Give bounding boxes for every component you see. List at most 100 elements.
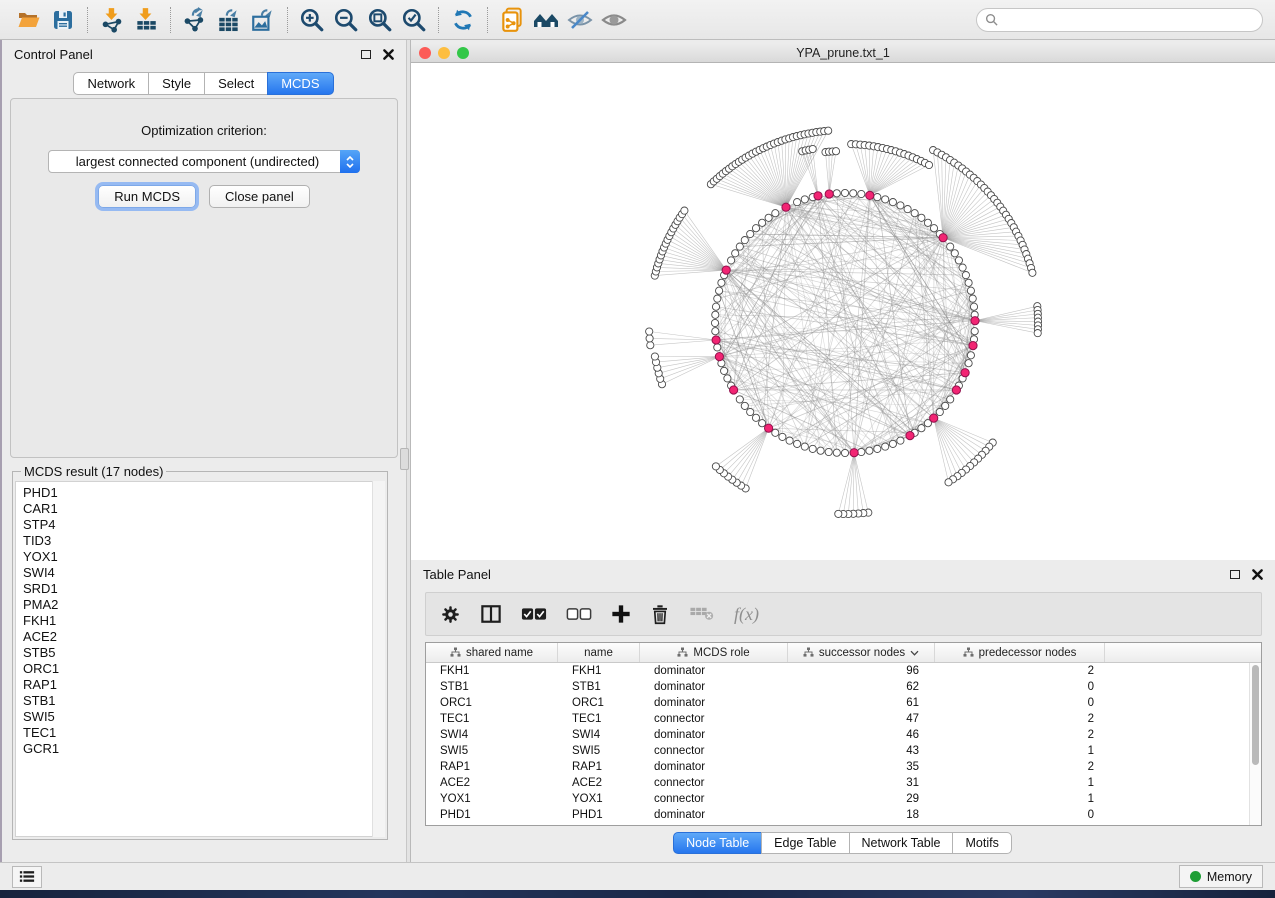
network-node[interactable] [942,402,949,409]
network-node[interactable] [801,443,808,450]
network-node[interactable] [841,449,848,456]
satellite-node[interactable] [925,161,932,168]
network-node[interactable] [728,257,735,264]
network-node[interactable] [965,360,972,367]
network-node[interactable] [794,199,801,206]
mcds-hub-node[interactable] [866,191,874,199]
network-node[interactable] [741,402,748,409]
mcds-hub-node[interactable] [961,369,969,377]
network-node[interactable] [779,433,786,440]
show-all-button[interactable] [597,4,631,36]
network-node[interactable] [874,445,881,452]
network-node[interactable] [918,214,925,221]
network-node[interactable] [951,250,958,257]
toolbar-search-field[interactable] [976,8,1263,32]
satellite-node[interactable] [1029,269,1036,276]
network-node[interactable] [786,437,793,444]
mcds-hub-node[interactable] [939,234,947,242]
column-settings-gear-icon[interactable] [440,604,461,625]
network-node[interactable] [765,214,772,221]
network-node[interactable] [967,287,974,294]
network-node[interactable] [911,210,918,217]
satellite-node[interactable] [945,479,952,486]
first-neighbors-button[interactable] [529,4,563,36]
mcds-hub-node[interactable] [930,414,938,422]
network-node[interactable] [955,257,962,264]
run-mcds-button[interactable]: Run MCDS [98,185,196,208]
zoom-out-button[interactable] [329,4,363,36]
table-row[interactable]: FKH1FKH1dominator962 [426,663,1249,679]
splitter-grabber[interactable] [400,448,409,470]
satellite-node[interactable] [835,510,842,517]
tab-network[interactable]: Network [73,72,149,95]
satellite-node[interactable] [712,463,719,470]
mcds-hub-node[interactable] [952,386,960,394]
apply-layout-button[interactable] [446,4,480,36]
network-node[interactable] [897,437,904,444]
mcds-result-scrollbar[interactable] [372,481,385,837]
column-header-name[interactable]: name [558,643,640,662]
delete-column-trash-icon[interactable] [650,604,670,625]
zoom-fit-content-button[interactable] [363,4,397,36]
mcds-result-item[interactable]: STP4 [23,517,384,533]
network-node[interactable] [965,279,972,286]
table-row[interactable]: RAP1RAP1dominator352 [426,759,1249,775]
table-row[interactable]: YOX1YOX1connector291 [426,791,1249,807]
network-node[interactable] [772,429,779,436]
mcds-hub-node[interactable] [825,190,833,198]
network-window-titlebar[interactable]: YPA_prune.txt_1 [411,44,1275,63]
table-row[interactable]: PHD1PHD1dominator180 [426,807,1249,823]
satellite-node[interactable] [1034,330,1041,337]
save-session-button[interactable] [46,4,80,36]
mcds-result-item[interactable]: SWI4 [23,565,384,581]
table-scrollbar-thumb[interactable] [1252,665,1259,765]
network-node[interactable] [858,448,865,455]
satellite-node[interactable] [647,342,654,349]
network-node[interactable] [747,408,754,415]
network-node[interactable] [936,408,943,415]
mcds-result-item[interactable]: ACE2 [23,629,384,645]
network-node[interactable] [817,447,824,454]
column-header-shared-name[interactable]: shared name [426,643,558,662]
network-node[interactable] [904,206,911,213]
satellite-node[interactable] [825,127,832,134]
mcds-result-item[interactable]: CAR1 [23,501,384,517]
network-node[interactable] [882,196,889,203]
close-panel-icon[interactable] [383,49,394,60]
float-table-panel-icon[interactable] [1230,570,1240,579]
tab-network-table[interactable]: Network Table [849,832,954,854]
export-network-button[interactable] [178,4,212,36]
column-header-predecessor-nodes[interactable]: predecessor nodes [935,643,1105,662]
network-node[interactable] [714,344,721,351]
network-node[interactable] [732,250,739,257]
network-node[interactable] [718,279,725,286]
satellite-node[interactable] [681,207,688,214]
mcds-result-item[interactable]: RAP1 [23,677,384,693]
search-input[interactable] [1003,13,1254,27]
mcds-hub-node[interactable] [782,203,790,211]
network-node[interactable] [850,190,857,197]
table-row[interactable]: TEC1TEC1connector472 [426,711,1249,727]
mcds-result-item[interactable]: PHD1 [23,485,384,501]
satellite-node[interactable] [832,148,839,155]
network-node[interactable] [721,367,728,374]
network-node[interactable] [809,445,816,452]
network-node[interactable] [889,199,896,206]
network-node[interactable] [833,190,840,197]
network-canvas[interactable] [411,63,1275,560]
tab-node-table[interactable]: Node Table [673,832,762,854]
network-node[interactable] [712,328,719,335]
network-node[interactable] [714,295,721,302]
mcds-result-item[interactable]: STB5 [23,645,384,661]
import-network-button[interactable] [95,4,129,36]
network-node[interactable] [889,440,896,447]
network-node[interactable] [712,311,719,318]
mcds-hub-node[interactable] [906,432,914,440]
mcds-hub-node[interactable] [971,317,979,325]
mcds-result-item[interactable]: SWI5 [23,709,384,725]
mcds-result-item[interactable]: TID3 [23,533,384,549]
zoom-in-button[interactable] [295,4,329,36]
network-node[interactable] [712,303,719,310]
network-node[interactable] [711,319,718,326]
mcds-hub-node[interactable] [715,353,723,361]
